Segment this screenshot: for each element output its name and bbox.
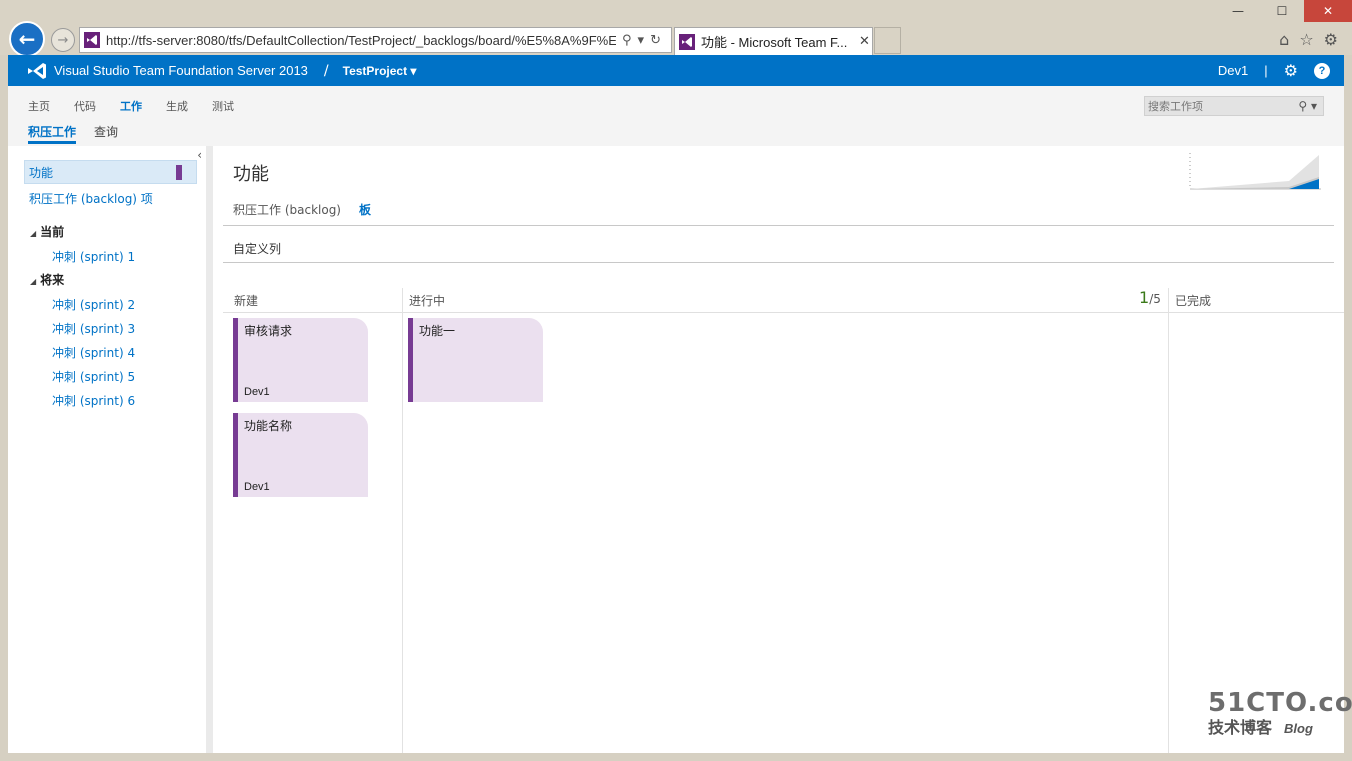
hub-test[interactable]: 测试	[212, 98, 234, 114]
backlog-features-label: 功能	[29, 165, 54, 180]
divider	[223, 262, 1334, 263]
sprint-link-3[interactable]: 冲刺 (sprint) 3	[52, 320, 135, 337]
hub-build[interactable]: 生成	[166, 98, 188, 114]
project-selector[interactable]: TestProject ▾	[343, 64, 417, 78]
column-divider	[402, 288, 403, 753]
new-tab-button[interactable]	[874, 27, 901, 54]
pivot-backlog[interactable]: 积压工作 (backlog)	[233, 201, 341, 218]
sprint-link-5[interactable]: 冲刺 (sprint) 5	[52, 368, 135, 385]
refresh-icon[interactable]: ↻	[650, 33, 661, 48]
address-bar[interactable]: http://tfs-server:8080/tfs/DefaultCollec…	[79, 27, 672, 53]
window-border	[1344, 55, 1352, 761]
favorites-star-icon[interactable]: ☆	[1299, 30, 1313, 49]
future-iteration-head[interactable]: ◢ 将来	[30, 271, 64, 288]
current-iteration-head[interactable]: ◢ 当前	[30, 223, 64, 240]
forward-arrow-icon: →	[57, 32, 69, 48]
sprint-link-4[interactable]: 冲刺 (sprint) 4	[52, 344, 135, 361]
close-window-button[interactable]: ✕	[1304, 0, 1352, 22]
column-header-done: 已完成	[1175, 294, 1212, 308]
pane-splitter[interactable]	[206, 146, 213, 753]
user-name[interactable]: Dev1	[1218, 63, 1248, 78]
work-item-card[interactable]: 功能名称 Dev1	[233, 413, 368, 497]
pivot-board[interactable]: 板	[359, 201, 371, 218]
header-divider: |	[1264, 63, 1268, 78]
help-icon[interactable]: ?	[1314, 62, 1330, 79]
feature-color-bar	[176, 165, 182, 180]
column-header-in-progress: 进行中	[409, 294, 446, 308]
header-separator: /	[323, 62, 329, 79]
column-header-new: 新建	[234, 294, 259, 308]
card-title[interactable]: 功能一	[419, 322, 455, 339]
wip-limit-indicator: 1/5	[1139, 288, 1161, 307]
site-watermark: 51CTO.com 技术博客Blog	[1208, 688, 1352, 738]
sprint-link-6[interactable]: 冲刺 (sprint) 6	[52, 392, 135, 409]
search-input[interactable]: 搜索工作项	[1148, 98, 1298, 114]
left-pane: ‹ 功能 积压工作 (backlog) 项 ◢ 当前 冲刺 (sprint) 1 …	[8, 146, 206, 753]
sprint-link-1[interactable]: 冲刺 (sprint) 1	[52, 248, 135, 265]
work-item-search[interactable]: 搜索工作项 ⚲ ▾	[1144, 96, 1324, 116]
card-title[interactable]: 功能名称	[244, 417, 292, 434]
tools-gear-icon[interactable]: ⚙	[1324, 30, 1338, 49]
backlog-items-link[interactable]: 积压工作 (backlog) 项	[29, 190, 153, 207]
vs-favicon-icon	[84, 32, 100, 48]
window-controls: — ☐ ✕	[1216, 0, 1352, 22]
hub-home[interactable]: 主页	[28, 98, 50, 114]
subhub-queries[interactable]: 查询	[94, 123, 118, 144]
browser-tab[interactable]: 功能 - Microsoft Team F... ✕	[674, 27, 873, 55]
tfs-header: Visual Studio Team Foundation Server 201…	[8, 55, 1344, 86]
expand-triangle-icon: ◢	[30, 229, 37, 238]
column-header-divider	[223, 312, 1344, 313]
address-dropdown-icon[interactable]: ▾	[638, 33, 645, 48]
card-assigned-to: Dev1	[244, 386, 270, 398]
hub-code[interactable]: 代码	[74, 98, 96, 114]
subhub-backlogs[interactable]: 积压工作	[28, 123, 77, 144]
browser-chrome: — ☐ ✕ ← → http://tfs-server:8080/tfs/Def…	[0, 0, 1352, 57]
home-icon[interactable]: ⌂	[1279, 30, 1289, 49]
cumulative-flow-thumbnail[interactable]	[1189, 153, 1321, 191]
customize-columns-button[interactable]: 自定义列	[233, 240, 281, 257]
back-arrow-icon: ←	[18, 27, 36, 51]
minimize-button[interactable]: —	[1216, 0, 1260, 22]
card-assigned-to: Dev1	[244, 481, 270, 493]
expand-triangle-icon: ◢	[30, 277, 37, 286]
maximize-button[interactable]: ☐	[1260, 0, 1304, 22]
tab-close-icon[interactable]: ✕	[859, 34, 870, 49]
column-divider	[1168, 288, 1169, 753]
backlog-features-item[interactable]: 功能	[24, 160, 197, 184]
work-item-card[interactable]: 审核请求 Dev1	[233, 318, 368, 402]
sprint-link-2[interactable]: 冲刺 (sprint) 2	[52, 296, 135, 313]
forward-button[interactable]: →	[51, 28, 75, 52]
visual-studio-logo-icon	[26, 62, 48, 80]
url-text[interactable]: http://tfs-server:8080/tfs/DefaultCollec…	[106, 33, 616, 48]
product-name[interactable]: Visual Studio Team Foundation Server 201…	[54, 63, 308, 78]
settings-gear-icon[interactable]: ⚙	[1284, 61, 1298, 81]
search-icon[interactable]: ⚲ ▾	[1298, 99, 1317, 113]
tab-title: 功能 - Microsoft Team F...	[701, 35, 848, 50]
collapse-pane-icon[interactable]: ‹	[197, 148, 202, 162]
tab-favicon-icon	[679, 33, 695, 50]
page-title: 功能	[233, 164, 269, 185]
hub-navigation: 主页 代码 工作 生成 测试 积压工作 查询 搜索工作项 ⚲ ▾	[8, 86, 1344, 146]
divider	[223, 225, 1334, 226]
hub-work[interactable]: 工作	[120, 98, 142, 114]
back-button[interactable]: ←	[9, 21, 45, 57]
work-item-card[interactable]: 功能一	[408, 318, 543, 402]
card-title[interactable]: 审核请求	[244, 322, 292, 339]
main-content: 功能 积压工作 (backlog) 板 自定义列 新建 进行中 1/5 已完成 …	[213, 146, 1344, 753]
address-search-icon[interactable]: ⚲	[622, 33, 632, 48]
